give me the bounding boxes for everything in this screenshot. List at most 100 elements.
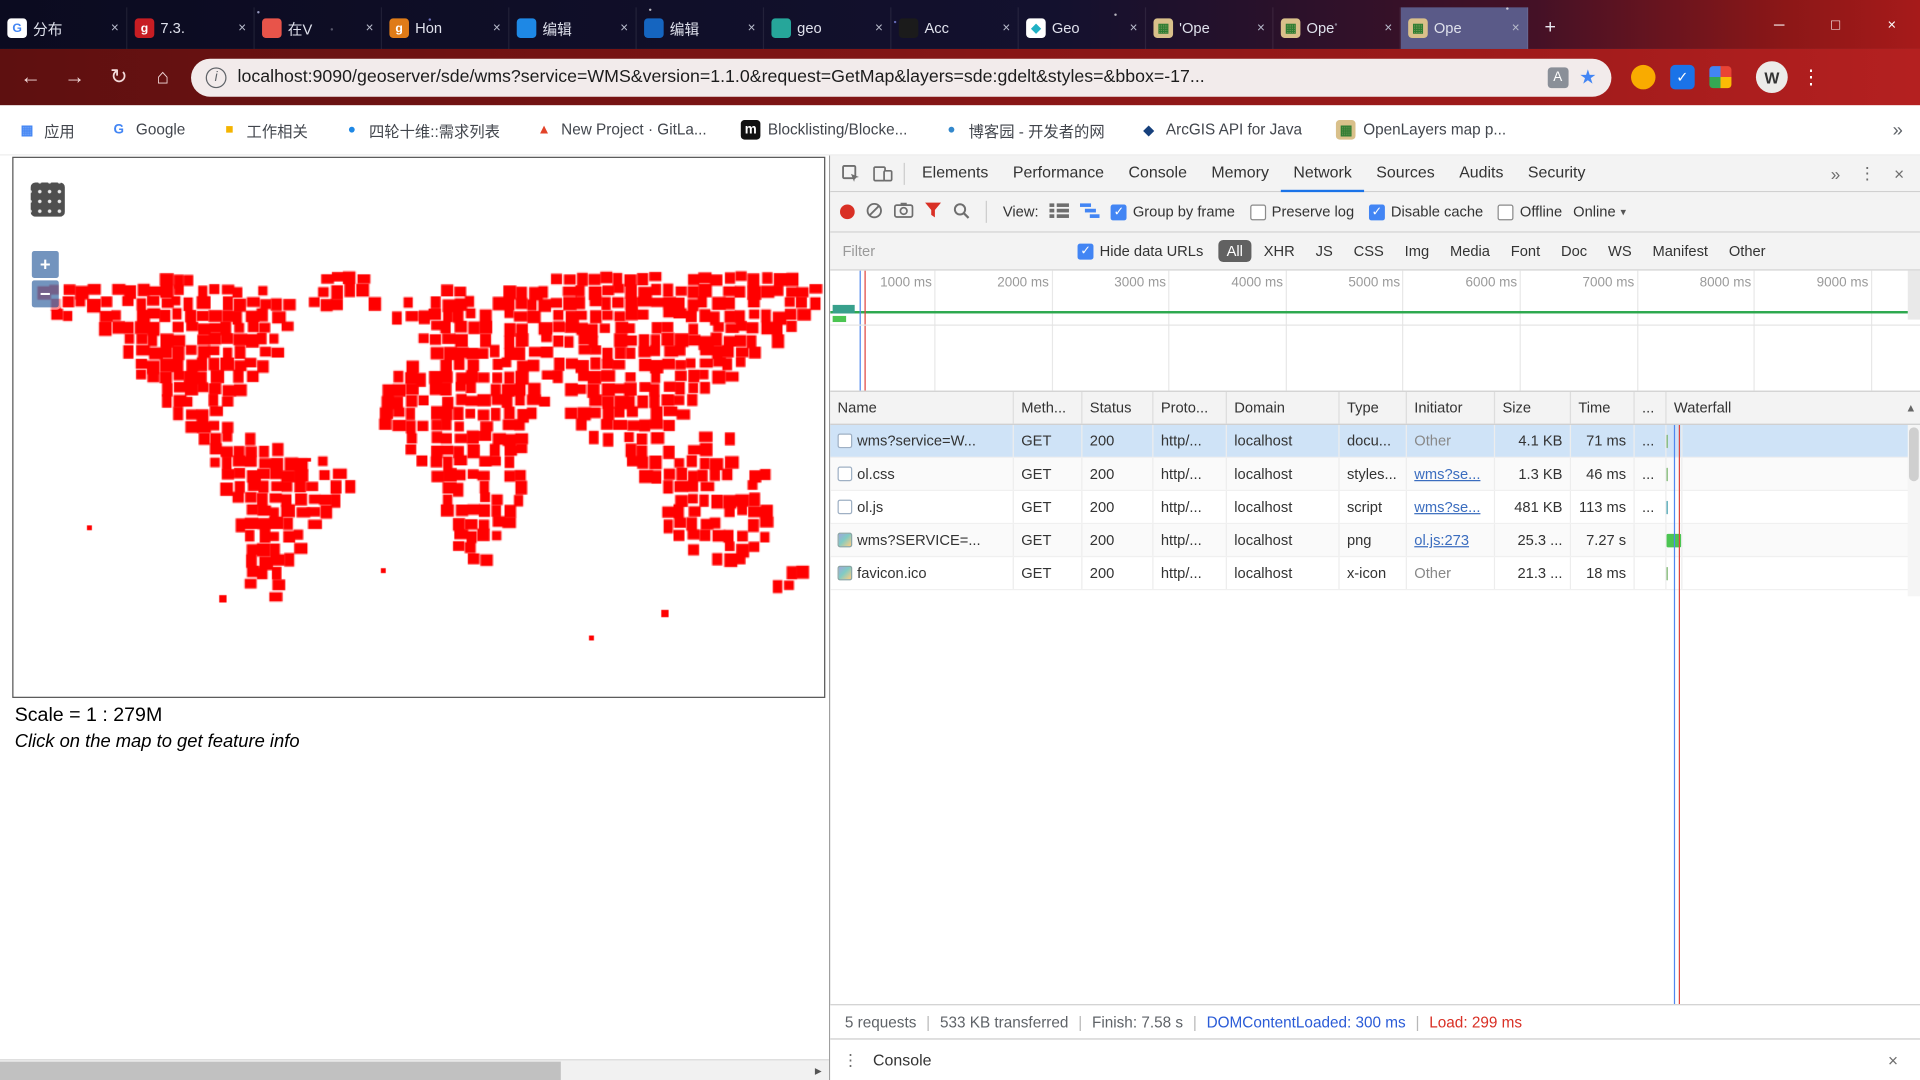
network-option-checkbox[interactable]: Offline xyxy=(1497,203,1562,220)
devtools-tab[interactable]: Elements xyxy=(910,155,1001,192)
tab-close-icon[interactable]: × xyxy=(238,21,246,36)
tab-close-icon[interactable]: × xyxy=(748,21,756,36)
request-row[interactable]: ol.js GET 200 http/... localhost script … xyxy=(830,491,1920,525)
scrollbar-right-arrow-icon[interactable]: ▸ xyxy=(815,1062,822,1080)
resource-type-filter[interactable]: WS xyxy=(1599,240,1640,262)
address-bar-input[interactable]: i localhost:9090/geoserver/sde/wms?servi… xyxy=(191,58,1612,97)
bookmark-item[interactable]: ▲ New Project · GitLa... xyxy=(534,119,707,140)
bookmark-star-icon[interactable]: ★ xyxy=(1579,65,1597,89)
column-header-status[interactable]: Status xyxy=(1082,391,1154,424)
back-button[interactable]: ← xyxy=(12,59,49,96)
browser-tab[interactable]: geo × xyxy=(764,7,892,49)
network-filter-input[interactable] xyxy=(842,242,1063,260)
request-row[interactable]: wms?SERVICE=... GET 200 http/... localho… xyxy=(830,524,1920,558)
window-minimize-button[interactable]: ─ xyxy=(1751,0,1807,49)
profile-avatar[interactable]: W xyxy=(1755,61,1788,94)
map-viewport[interactable]: + − xyxy=(12,156,826,698)
column-header-name[interactable]: Name xyxy=(830,391,1014,424)
url-text[interactable]: localhost:9090/geoserver/sde/wms?service… xyxy=(238,67,1537,87)
browser-tab[interactable]: ◆ Geo × xyxy=(1019,7,1147,49)
resource-type-filter[interactable]: XHR xyxy=(1255,240,1303,262)
home-button[interactable]: ⌂ xyxy=(144,59,181,96)
devtools-menu-icon[interactable]: ⋮ xyxy=(1851,157,1883,189)
drawer-close-icon[interactable]: × xyxy=(1878,1050,1907,1070)
initiator-link[interactable]: Other xyxy=(1414,557,1451,589)
network-option-checkbox[interactable]: Group by frame xyxy=(1110,203,1235,220)
throttling-dropdown[interactable]: Online ▾ xyxy=(1573,203,1626,220)
hide-data-urls-checkbox[interactable]: Hide data URLs xyxy=(1077,242,1203,260)
layer-grid-button[interactable] xyxy=(30,182,65,217)
column-header-size[interactable]: Size xyxy=(1495,391,1572,424)
large-rows-view-icon[interactable] xyxy=(1049,202,1070,221)
browser-tab[interactable]: 在V × xyxy=(255,7,383,49)
tab-close-icon[interactable]: × xyxy=(111,21,119,36)
browser-tab[interactable]: ▦ 'Ope × xyxy=(1146,7,1274,49)
filter-funnel-icon[interactable] xyxy=(924,202,942,222)
drawer-menu-icon[interactable]: ⋮ xyxy=(842,1050,858,1070)
column-header-protocol[interactable]: Proto... xyxy=(1153,391,1227,424)
browser-tab[interactable]: 编辑 × xyxy=(509,7,637,49)
inspect-element-icon[interactable] xyxy=(835,157,867,189)
show-overview-icon[interactable] xyxy=(1080,202,1100,221)
column-header-overflow[interactable]: ... xyxy=(1635,391,1667,424)
devtools-tab[interactable]: Performance xyxy=(1001,155,1117,192)
tab-close-icon[interactable]: × xyxy=(1384,21,1392,36)
browser-menu-icon[interactable]: ⋮ xyxy=(1795,65,1827,89)
devtools-tab[interactable]: Security xyxy=(1516,155,1598,192)
network-overview-timeline[interactable]: 9000 ms 8000 ms 7000 ms 6000 ms 5000 ms 4000 … xyxy=(830,270,1920,392)
translate-icon[interactable]: A xyxy=(1547,66,1569,88)
forward-button[interactable]: → xyxy=(56,59,93,96)
request-row[interactable]: wms?service=W... GET 200 http/... localh… xyxy=(830,424,1920,458)
extension-grid-icon[interactable] xyxy=(1709,66,1732,89)
network-option-checkbox[interactable]: Disable cache xyxy=(1368,203,1483,220)
bookmark-item[interactable]: G Google xyxy=(108,119,185,140)
bookmark-item[interactable]: ◆ ArcGIS API for Java xyxy=(1138,119,1302,140)
new-tab-button[interactable]: + xyxy=(1533,11,1567,45)
resource-type-filter[interactable]: All xyxy=(1218,239,1252,263)
horizontal-scrollbar[interactable]: ▸ xyxy=(0,1059,829,1080)
column-header-initiator[interactable]: Initiator xyxy=(1407,391,1496,424)
browser-tab[interactable]: G 分布 × xyxy=(0,7,128,49)
initiator-link[interactable]: wms?se... xyxy=(1414,491,1480,523)
column-header-domain[interactable]: Domain xyxy=(1227,391,1340,424)
record-icon[interactable] xyxy=(839,204,855,220)
network-option-checkbox[interactable]: Preserve log xyxy=(1249,203,1354,220)
browser-tab[interactable]: Acc × xyxy=(891,7,1019,49)
devtools-tab[interactable]: Console xyxy=(1116,155,1199,192)
tab-close-icon[interactable]: × xyxy=(620,21,628,36)
screenshot-camera-icon[interactable] xyxy=(893,202,914,222)
browser-tab[interactable]: ▦ Ope × xyxy=(1400,7,1529,49)
column-header-type[interactable]: Type xyxy=(1340,391,1407,424)
tab-close-icon[interactable]: × xyxy=(1002,21,1010,36)
resource-type-filter[interactable]: Doc xyxy=(1552,240,1595,262)
tab-close-icon[interactable]: × xyxy=(366,21,374,36)
more-tabs-icon[interactable]: » xyxy=(1820,157,1852,189)
request-row[interactable]: favicon.ico GET 200 http/... localhost x… xyxy=(830,557,1920,591)
column-header-method[interactable]: Meth... xyxy=(1014,391,1083,424)
resource-type-filter[interactable]: Font xyxy=(1502,240,1549,262)
tab-close-icon[interactable]: × xyxy=(875,21,883,36)
zoom-out-button[interactable]: − xyxy=(31,280,59,308)
window-close-button[interactable]: × xyxy=(1864,0,1920,49)
initiator-link[interactable]: ol.js:273 xyxy=(1414,524,1469,556)
bookmark-item[interactable]: m Blocklisting/Blocke... xyxy=(740,119,907,140)
resource-type-filter[interactable]: Other xyxy=(1720,240,1774,262)
tab-close-icon[interactable]: × xyxy=(1130,21,1138,36)
browser-tab[interactable]: g 7.3. × xyxy=(127,7,255,49)
bookmark-item[interactable]: ● 四轮十维::需求列表 xyxy=(342,118,500,141)
initiator-link[interactable]: Other xyxy=(1414,425,1451,457)
scrollbar-thumb[interactable] xyxy=(0,1061,561,1080)
bookmark-item[interactable]: ● 博客园 - 开发者的网 xyxy=(941,118,1105,141)
clear-icon[interactable] xyxy=(866,201,883,222)
extension-icon[interactable] xyxy=(1631,64,1656,90)
table-scrollbar[interactable] xyxy=(1907,424,1920,597)
overview-scrollbar[interactable] xyxy=(1907,270,1920,320)
resource-type-filter[interactable]: CSS xyxy=(1345,240,1392,262)
tab-close-icon[interactable]: × xyxy=(493,21,501,36)
tab-close-icon[interactable]: × xyxy=(1257,21,1265,36)
devtools-tab[interactable]: Memory xyxy=(1199,155,1281,192)
extension-shield-icon[interactable]: ✓ xyxy=(1670,64,1695,90)
tab-close-icon[interactable]: × xyxy=(1512,21,1520,36)
request-row[interactable]: ol.css GET 200 http/... localhost styles… xyxy=(830,457,1920,492)
bookmark-item[interactable]: ▦ OpenLayers map p... xyxy=(1336,119,1506,140)
